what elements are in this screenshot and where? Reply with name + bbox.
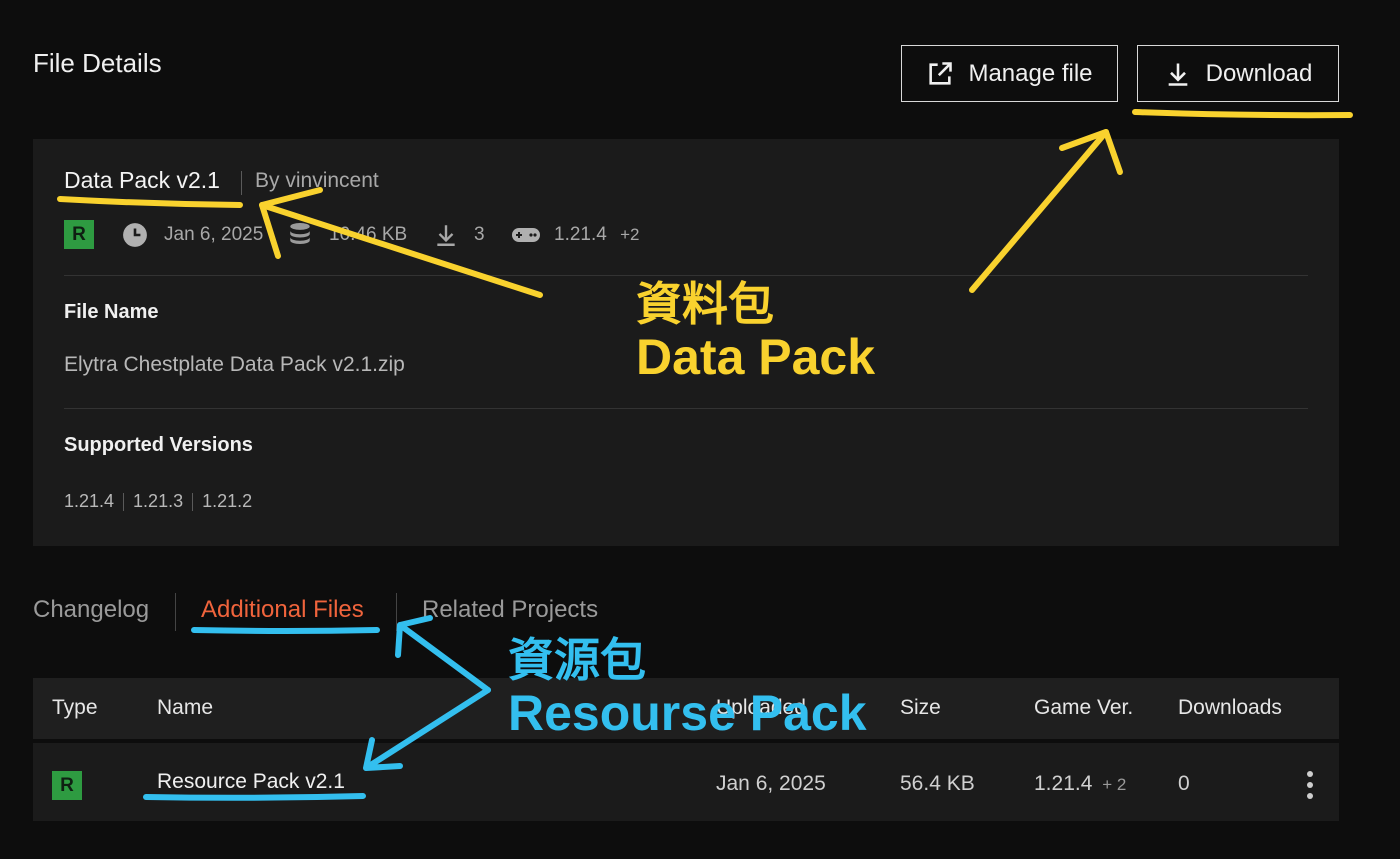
download-label: Download bbox=[1205, 59, 1313, 87]
manage-file-label: Manage file bbox=[968, 59, 1093, 87]
game-version: 1.21.4 +2 bbox=[554, 224, 640, 246]
file-author: By vinvincent bbox=[255, 169, 379, 193]
column-size[interactable]: Size bbox=[900, 696, 941, 720]
game-version-more[interactable]: +2 bbox=[620, 225, 639, 244]
tab-related-projects[interactable]: Related Projects bbox=[422, 596, 598, 624]
column-name[interactable]: Name bbox=[157, 696, 213, 720]
download-icon bbox=[437, 225, 455, 246]
underline-download bbox=[1132, 109, 1353, 119]
clock-icon bbox=[123, 223, 147, 247]
tab-additional-files[interactable]: Additional Files bbox=[201, 596, 364, 624]
manage-file-button[interactable]: Manage file bbox=[901, 45, 1118, 102]
table-row[interactable]: R Resource Pack v2.1 Jan 6, 2025 56.4 KB… bbox=[33, 743, 1339, 821]
row-game-version: 1.21.4 + 2 bbox=[1034, 772, 1126, 796]
tab-changelog[interactable]: Changelog bbox=[33, 596, 149, 624]
file-date: Jan 6, 2025 bbox=[164, 224, 264, 245]
row-size: 56.4 KB bbox=[900, 772, 975, 795]
column-uploaded[interactable]: Uploaded bbox=[716, 696, 806, 720]
row-downloads: 0 bbox=[1178, 772, 1190, 795]
file-downloads: 3 bbox=[474, 224, 485, 245]
row-game-version-primary: 1.21.4 bbox=[1034, 772, 1093, 795]
download-button[interactable]: Download bbox=[1137, 45, 1339, 102]
version-divider bbox=[123, 492, 125, 511]
divider bbox=[64, 275, 1308, 276]
file-name-value: Elytra Chestplate Data Pack v2.1.zip bbox=[64, 353, 405, 376]
external-link-icon bbox=[929, 61, 953, 85]
release-type-badge: R bbox=[64, 220, 94, 249]
database-icon bbox=[290, 222, 310, 244]
release-type-badge: R bbox=[52, 771, 82, 800]
version-divider bbox=[192, 492, 194, 511]
gamepad-icon bbox=[512, 228, 540, 242]
row-file-name[interactable]: Resource Pack v2.1 bbox=[157, 770, 345, 794]
page-title: File Details bbox=[33, 48, 162, 78]
divider bbox=[64, 408, 1308, 409]
files-table-header: Type Name Uploaded Size Game Ver. Downlo… bbox=[33, 678, 1339, 739]
underline-additional-files bbox=[191, 627, 380, 634]
file-size: 10.46 KB bbox=[329, 224, 408, 245]
version-item: 1.21.4 bbox=[64, 491, 115, 511]
supported-versions-label: Supported Versions bbox=[64, 434, 253, 456]
version-item: 1.21.2 bbox=[202, 491, 253, 511]
column-downloads[interactable]: Downloads bbox=[1178, 696, 1285, 720]
author-link[interactable]: vinvincent bbox=[285, 169, 378, 192]
by-label: By bbox=[255, 169, 280, 192]
title-divider bbox=[241, 171, 242, 195]
game-version-primary: 1.21.4 bbox=[554, 224, 607, 245]
supported-versions-list: 1.21.4 1.21.3 1.21.2 bbox=[64, 491, 252, 512]
version-item: 1.21.3 bbox=[133, 491, 184, 511]
tab-divider bbox=[175, 593, 176, 631]
file-title: Data Pack v2.1 bbox=[64, 167, 220, 193]
file-name-label: File Name bbox=[64, 301, 159, 323]
column-game-version[interactable]: Game Ver. bbox=[1034, 696, 1133, 720]
column-type: Type bbox=[52, 696, 98, 719]
file-details-card: Data Pack v2.1 By vinvincent R Jan 6, 20… bbox=[33, 139, 1339, 546]
row-game-version-more[interactable]: + 2 bbox=[1102, 775, 1126, 794]
tab-divider bbox=[396, 593, 397, 631]
row-uploaded: Jan 6, 2025 bbox=[716, 772, 826, 795]
download-icon bbox=[1168, 63, 1187, 86]
kebab-menu-icon[interactable] bbox=[1299, 769, 1321, 801]
